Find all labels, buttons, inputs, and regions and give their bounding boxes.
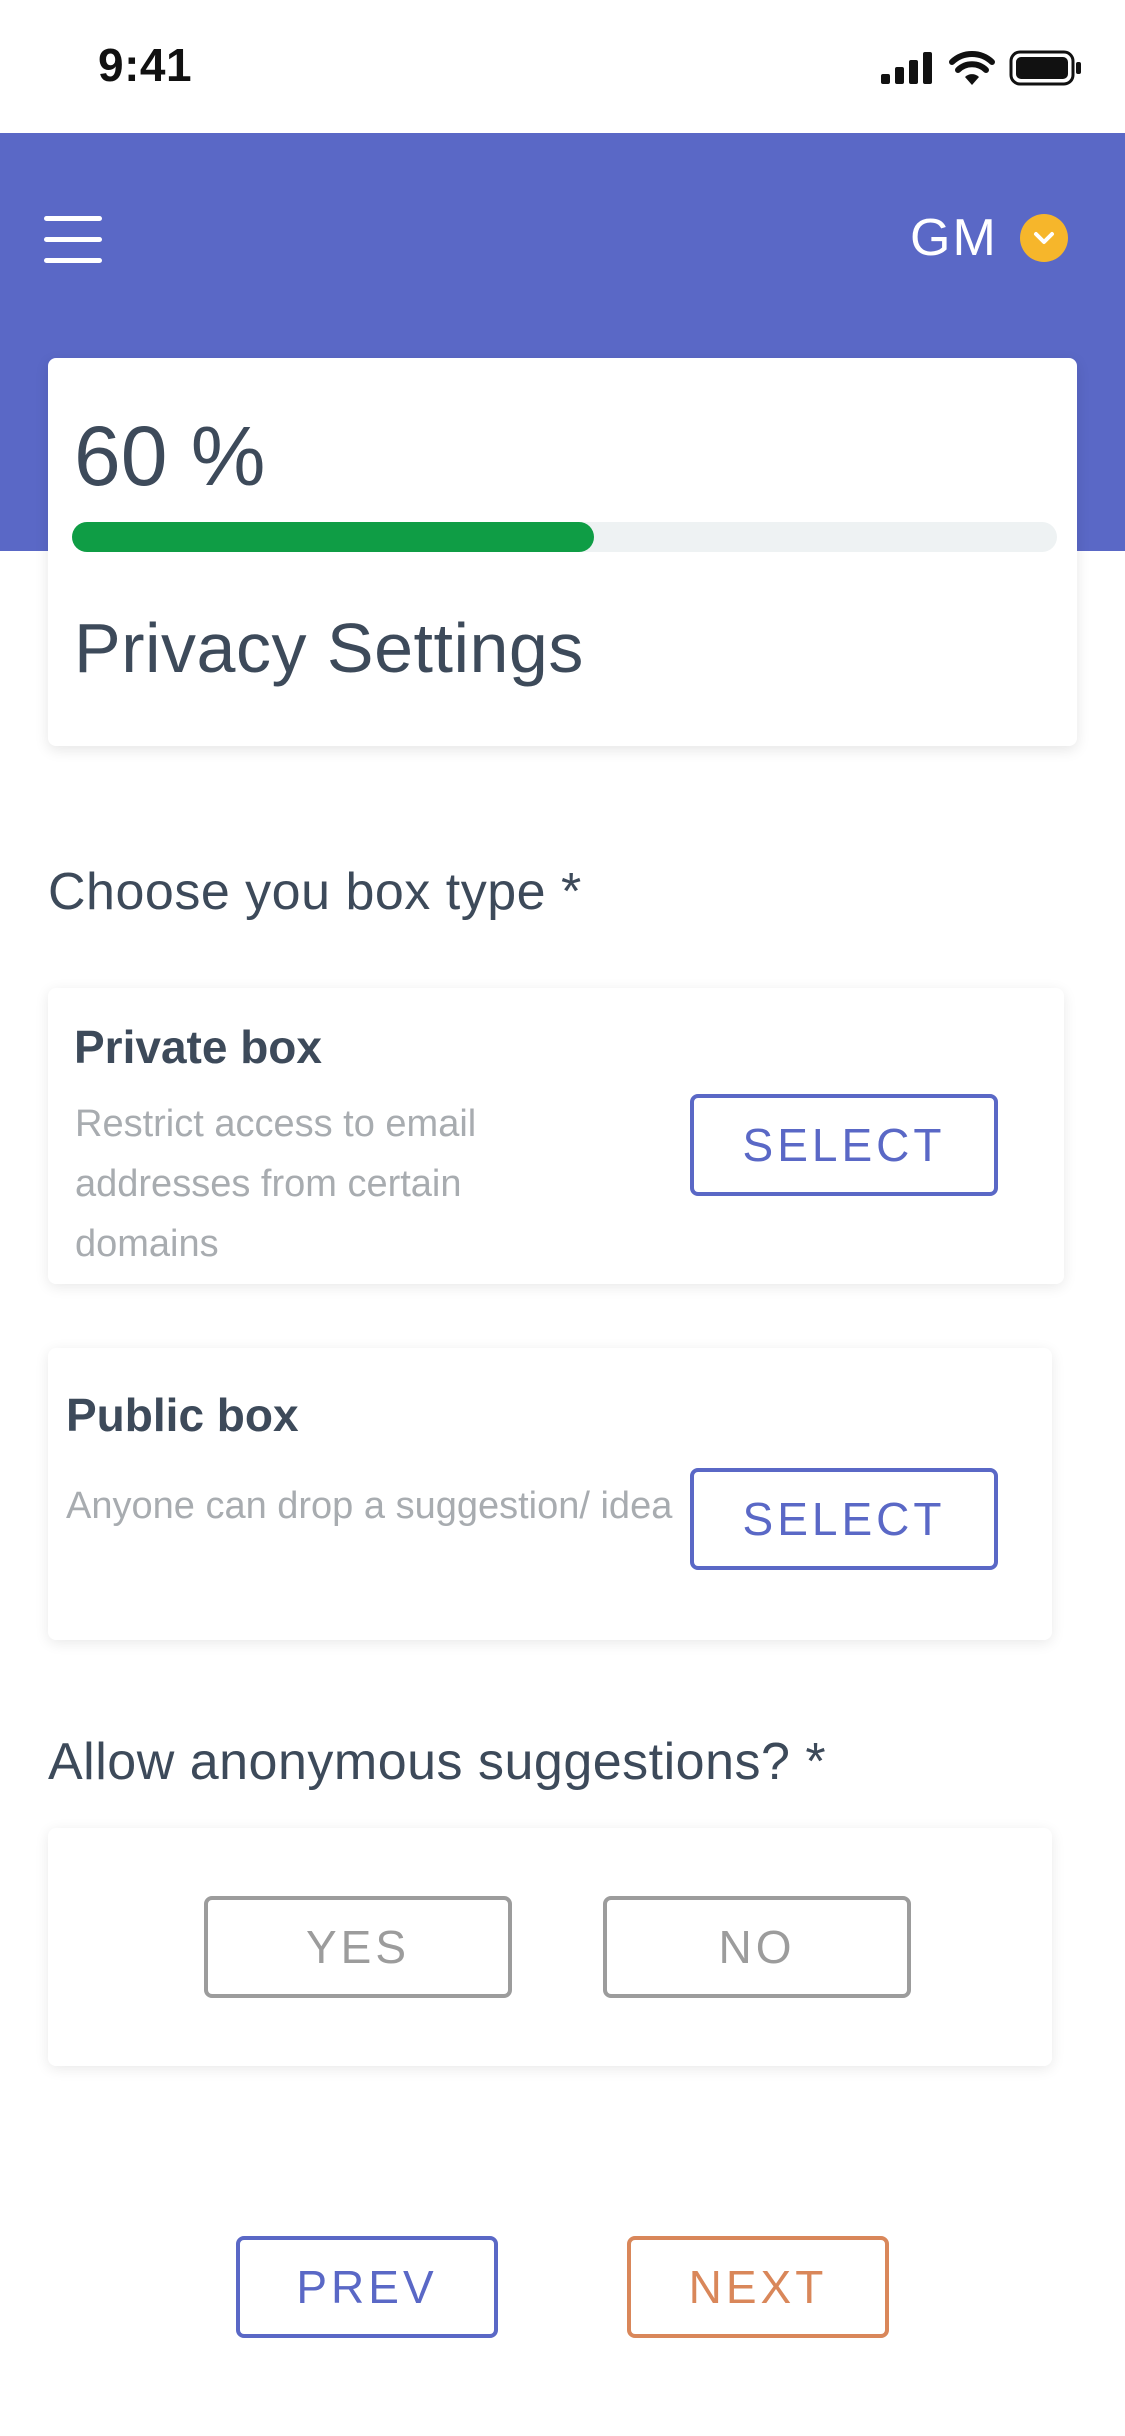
- public-box-card: Public box Anyone can drop a suggestion/…: [48, 1348, 1052, 1640]
- box-type-label: Choose you box type *: [48, 863, 582, 921]
- private-box-card: Private box Restrict access to email add…: [48, 988, 1064, 1284]
- anonymous-card: YES NO: [48, 1828, 1052, 2066]
- prev-button[interactable]: PREV: [236, 2236, 498, 2338]
- signal-icon: [881, 52, 932, 84]
- hamburger-menu-icon[interactable]: [44, 210, 106, 266]
- progress-bar-fill: [72, 522, 595, 552]
- progress-bar: [72, 522, 1057, 552]
- user-initials: GM: [910, 209, 998, 267]
- user-menu[interactable]: GM: [910, 208, 1068, 268]
- yes-button[interactable]: YES: [204, 1896, 512, 1998]
- public-box-select-button[interactable]: SELECT: [690, 1468, 998, 1570]
- private-box-description: Restrict access to email addresses from …: [75, 1103, 477, 1265]
- anonymous-label: Allow anonymous suggestions? *: [48, 1733, 827, 1791]
- status-icons: [881, 50, 1083, 86]
- private-box-select-button[interactable]: SELECT: [690, 1094, 998, 1196]
- public-box-description: Anyone can drop a suggestion/ idea: [66, 1485, 673, 1527]
- private-box-title: Private box: [74, 1021, 322, 1073]
- wifi-icon: [949, 51, 995, 85]
- no-button[interactable]: NO: [603, 1896, 911, 1998]
- page-title: Privacy Settings: [74, 609, 584, 687]
- public-box-title: Public box: [66, 1389, 299, 1441]
- progress-card: 60 % Privacy Settings: [48, 358, 1077, 746]
- battery-icon: [1009, 50, 1081, 86]
- status-time: 9:41: [98, 39, 193, 91]
- progress-percent: 60 %: [74, 409, 266, 503]
- chevron-down-icon[interactable]: [1019, 214, 1068, 262]
- next-button[interactable]: NEXT: [627, 2236, 889, 2338]
